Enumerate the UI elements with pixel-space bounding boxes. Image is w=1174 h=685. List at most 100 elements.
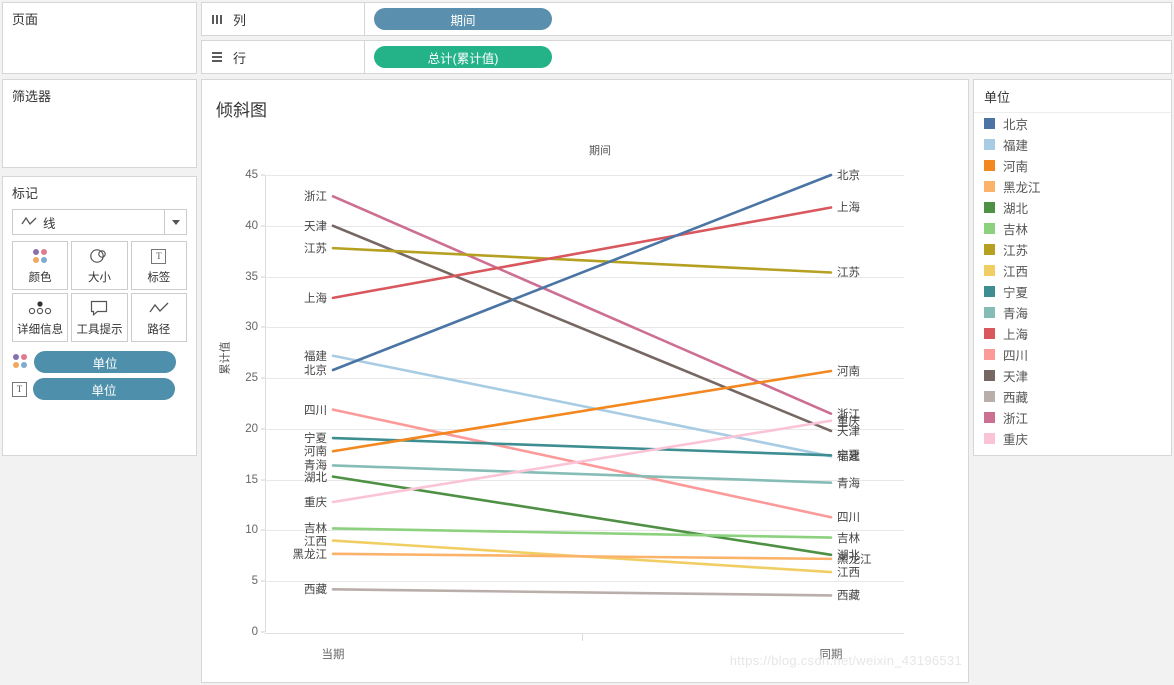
color-legend: 单位 北京福建河南黑龙江湖北吉林江苏江西 宁夏青海上海四川天津西藏浙江重庆	[973, 79, 1172, 456]
legend-item-label: 福建	[1003, 139, 1029, 153]
pages-shelf[interactable]: 页面	[2, 2, 197, 74]
tooltip-icon	[90, 298, 108, 318]
legend-item[interactable]: 上海	[974, 323, 1171, 344]
marks-path-label: 路径	[147, 324, 171, 336]
legend-item-label: 吉林	[1003, 223, 1029, 237]
legend-item[interactable]: 北京	[974, 113, 1171, 134]
columns-drop-area[interactable]: 期间	[365, 2, 1172, 36]
size-icon	[89, 246, 109, 266]
point-label: 河南	[837, 366, 860, 378]
marks-tooltip-button[interactable]: 工具提示	[71, 293, 128, 342]
point-label: 江西	[837, 567, 860, 580]
point-label: 天津	[837, 425, 860, 438]
slope-line	[331, 475, 833, 557]
legend-item-label: 上海	[1003, 328, 1029, 342]
mark-type-selector[interactable]: 线	[12, 209, 187, 235]
column-header: 期间	[202, 142, 968, 158]
marks-label-button[interactable]: T 标签	[130, 241, 187, 290]
point-label: 四川	[304, 404, 327, 417]
legend-color-swatch	[984, 202, 995, 213]
legend-color-swatch	[984, 391, 995, 402]
legend-item[interactable]: 福建	[974, 134, 1171, 155]
legend-item[interactable]: 四川	[974, 344, 1171, 365]
point-label: 上海	[837, 202, 860, 215]
legend-item-label: 浙江	[1003, 412, 1029, 426]
point-label: 黑龙江	[292, 548, 328, 561]
point-label: 吉林	[837, 532, 860, 545]
point-label: 福建	[837, 451, 860, 464]
marks-color-pill-row[interactable]: 单位	[12, 351, 187, 373]
legend-item[interactable]: 黑龙江	[974, 176, 1171, 197]
marks-color-pill[interactable]: 单位	[34, 351, 176, 373]
legend-item[interactable]: 青海	[974, 302, 1171, 323]
legend-item-label: 青海	[1003, 307, 1029, 321]
marks-path-button[interactable]: 路径	[130, 293, 187, 342]
marks-pill-list: 单位 T 单位	[12, 351, 187, 400]
slope-line	[331, 195, 833, 415]
marks-label-pill[interactable]: 单位	[33, 378, 175, 400]
legend-item[interactable]: 江西	[974, 260, 1171, 281]
legend-item[interactable]: 浙江	[974, 407, 1171, 428]
slope-line	[331, 369, 833, 453]
slope-line	[331, 464, 833, 485]
legend-color-swatch	[984, 265, 995, 276]
rows-pill-total[interactable]: 总计(累计值)	[374, 46, 552, 68]
filters-shelf[interactable]: 筛选器	[2, 79, 197, 168]
slope-line	[331, 588, 833, 597]
point-label: 北京	[837, 170, 860, 182]
slope-line	[331, 527, 833, 539]
columns-icon	[212, 14, 225, 25]
legend-item-label: 黑龙江	[1003, 181, 1041, 195]
slope-line	[331, 552, 833, 561]
legend-color-swatch	[984, 139, 995, 150]
legend-color-swatch	[984, 370, 995, 381]
legend-item[interactable]: 重庆	[974, 428, 1171, 449]
y-tick-label: 0	[251, 626, 258, 638]
legend-item-label: 湖北	[1003, 202, 1029, 216]
legend-item-label: 四川	[1003, 349, 1029, 363]
y-tick-label: 25	[245, 372, 258, 385]
plot-area: 0 5 10 15 20 25 30 35 40 45 浙江 天津 江苏 上海 福建 北京 四川 宁夏 河南 青海湖…	[245, 169, 904, 638]
legend-item[interactable]: 江苏	[974, 239, 1171, 260]
mark-type-label: 线	[43, 216, 56, 231]
columns-shelf-label: 列	[201, 2, 365, 36]
marks-detail-button[interactable]: 详细信息	[12, 293, 69, 342]
columns-pill-period[interactable]: 期间	[374, 8, 552, 30]
legend-item[interactable]: 天津	[974, 365, 1171, 386]
marks-label-label: 标签	[147, 272, 171, 284]
legend-item[interactable]: 河南	[974, 155, 1171, 176]
marks-label-pill-row[interactable]: T 单位	[12, 378, 187, 400]
legend-title: 单位	[974, 80, 1171, 113]
columns-shelf-text: 列	[233, 12, 247, 28]
slope-line	[331, 419, 833, 504]
rows-shelf: 行 总计(累计值)	[201, 40, 1172, 74]
legend-item[interactable]: 西藏	[974, 386, 1171, 407]
column-header-label: 期间	[589, 145, 611, 157]
y-tick-label: 5	[251, 575, 258, 588]
color-palette-icon	[32, 246, 48, 266]
legend-item-label: 天津	[1003, 370, 1029, 384]
legend-item[interactable]: 吉林	[974, 218, 1171, 239]
point-label: 重庆	[304, 497, 327, 509]
legend-color-swatch	[984, 181, 995, 192]
marks-card: 标记 线 颜色 大小 T 标签 详细信息 工具提示 路径 单位 T 单位	[2, 176, 197, 456]
legend-color-swatch	[984, 349, 995, 360]
marks-color-button[interactable]: 颜色	[12, 241, 69, 290]
x-tick-label: 当期	[321, 649, 345, 661]
legend-item-label: 江苏	[1003, 244, 1029, 258]
chevron-down-icon[interactable]	[164, 210, 186, 234]
watermark: https://blog.csdn.net/weixin_43196531	[729, 653, 962, 668]
rows-shelf-text: 行	[233, 50, 247, 66]
point-label: 四川	[837, 512, 860, 525]
y-axis-title: 累计值	[219, 341, 232, 375]
rows-drop-area[interactable]: 总计(累计值)	[365, 40, 1172, 74]
y-tick-label: 45	[245, 169, 258, 181]
marks-detail-label: 详细信息	[17, 324, 64, 336]
mark-buttons-grid: 颜色 大小 T 标签 详细信息 工具提示 路径	[12, 241, 187, 342]
legend-item[interactable]: 宁夏	[974, 281, 1171, 302]
chart-view: 倾斜图 期间 累计值 0 5 10 15 20 25 30 35 40 45 浙江 天津 江苏 上海 福建…	[201, 79, 969, 683]
marks-size-button[interactable]: 大小	[71, 241, 128, 290]
rows-shelf-label: 行	[201, 40, 365, 74]
legend-item[interactable]: 湖北	[974, 197, 1171, 218]
marks-size-label: 大小	[87, 272, 111, 284]
